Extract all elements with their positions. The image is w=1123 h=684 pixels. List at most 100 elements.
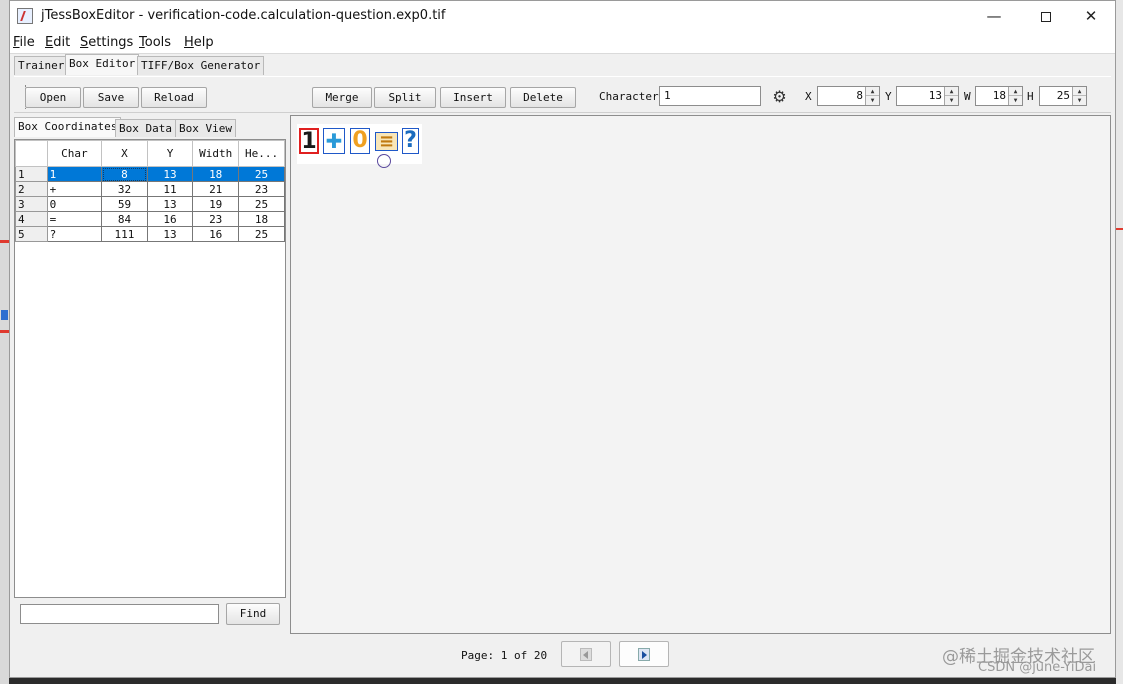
captcha-image: 1 ✚ 0 ≡ ? — [297, 124, 422, 168]
spin-down-icon[interactable]: ▼ — [866, 96, 879, 105]
cell-width[interactable]: 19 — [192, 196, 240, 212]
column-header-width[interactable]: Width — [192, 140, 240, 167]
cell-y[interactable]: 16 — [146, 211, 194, 227]
subtab-box-view[interactable]: Box View — [175, 119, 236, 137]
cell-height[interactable]: 18 — [238, 211, 285, 227]
tab-box-editor[interactable]: Box Editor — [65, 54, 140, 75]
split-button[interactable]: Split — [374, 87, 436, 108]
cell-height[interactable]: 23 — [238, 181, 285, 197]
h-label: H — [1027, 90, 1034, 103]
cell-char[interactable]: + — [46, 181, 103, 197]
x-value: 8 — [856, 89, 863, 102]
table-row[interactable]: 3 0 59 13 19 25 — [15, 196, 285, 212]
subtab-box-data[interactable]: Box Data — [115, 119, 176, 137]
cell-height[interactable]: 25 — [238, 166, 285, 182]
spin-down-icon[interactable]: ▼ — [1009, 96, 1022, 105]
image-canvas[interactable]: 1 ✚ 0 ≡ ? — [290, 115, 1111, 634]
cell-x[interactable]: 32 — [101, 181, 148, 197]
cell-y[interactable]: 11 — [146, 181, 194, 197]
cell-height[interactable]: 25 — [238, 226, 285, 242]
mouse-cursor-indicator — [377, 154, 391, 168]
cell-x[interactable]: 84 — [101, 211, 148, 227]
menu-settings[interactable]: Settings — [80, 35, 133, 50]
row-number: 1 — [15, 166, 48, 182]
cell-y[interactable]: 13 — [146, 196, 194, 212]
menu-file[interactable]: File — [13, 35, 35, 50]
box-table: Char X Y Width He... 1 1 8 13 18 25 2 + … — [15, 140, 285, 242]
background-blue-mark — [1, 310, 8, 320]
cell-width[interactable]: 16 — [192, 226, 240, 242]
toolbar: Open Save Reload Merge Split Insert Dele… — [14, 76, 1111, 113]
column-header-height[interactable]: He... — [238, 140, 285, 167]
w-spinner[interactable]: 18 ▲ ▼ — [975, 86, 1023, 106]
column-header-char[interactable]: Char — [46, 140, 103, 167]
character-field[interactable]: 1 — [659, 86, 761, 106]
cell-char[interactable]: = — [46, 211, 103, 227]
title-bar[interactable]: jTessBoxEditor - verification-code.calcu… — [10, 1, 1115, 32]
glyph-box-1[interactable]: 1 — [299, 128, 319, 154]
glyph-box-equals[interactable]: ≡ — [375, 132, 398, 151]
open-button[interactable]: Open — [25, 87, 81, 108]
cell-width[interactable]: 18 — [192, 166, 240, 182]
window-title: jTessBoxEditor - verification-code.calcu… — [41, 8, 446, 23]
subtab-box-coordinates[interactable]: Box Coordinates — [14, 117, 122, 137]
glyph-box-0[interactable]: 0 — [350, 128, 370, 154]
cell-y[interactable]: 13 — [146, 226, 194, 242]
cell-x[interactable]: 8 — [101, 166, 148, 182]
spin-up-icon[interactable]: ▲ — [945, 87, 958, 96]
glyph-box-question[interactable]: ? — [402, 128, 419, 154]
glyph-box-plus[interactable]: ✚ — [323, 128, 345, 154]
page-label: Page: — [461, 649, 495, 662]
table-row[interactable]: 2 + 32 11 21 23 — [15, 181, 285, 197]
h-value: 25 — [1056, 89, 1070, 102]
delete-button[interactable]: Delete — [510, 87, 576, 108]
maximize-button[interactable] — [1023, 1, 1069, 32]
x-spinner[interactable]: 8 ▲ ▼ — [817, 86, 880, 106]
spin-up-icon[interactable]: ▲ — [1073, 87, 1086, 96]
insert-button[interactable]: Insert — [440, 87, 506, 108]
row-number: 4 — [15, 211, 48, 227]
menu-help[interactable]: Help — [184, 35, 214, 50]
menu-tools[interactable]: Tools — [139, 35, 171, 50]
previous-page-icon — [580, 648, 592, 661]
cell-height[interactable]: 25 — [238, 196, 285, 212]
y-value: 13 — [928, 89, 942, 102]
spin-down-icon[interactable]: ▼ — [945, 96, 958, 105]
box-coordinates-table[interactable]: Char X Y Width He... 1 1 8 13 18 25 2 + … — [14, 139, 286, 598]
cell-width[interactable]: 23 — [192, 211, 240, 227]
spin-up-icon[interactable]: ▲ — [866, 87, 879, 96]
column-header-y[interactable]: Y — [146, 140, 194, 167]
cell-y[interactable]: 13 — [146, 166, 194, 182]
find-input[interactable] — [20, 604, 219, 624]
cell-char[interactable]: 0 — [46, 196, 103, 212]
merge-button[interactable]: Merge — [312, 87, 372, 108]
tab-trainer[interactable]: Trainer — [14, 56, 69, 75]
cell-x[interactable]: 111 — [101, 226, 148, 242]
java-app-icon — [17, 8, 33, 24]
minimize-button[interactable]: — — [971, 1, 1017, 32]
next-page-icon — [638, 648, 650, 661]
spin-down-icon[interactable]: ▼ — [1073, 96, 1086, 105]
h-spinner[interactable]: 25 ▲ ▼ — [1039, 86, 1087, 106]
tab-tiff-box-generator[interactable]: TIFF/Box Generator — [137, 56, 265, 75]
cell-width[interactable]: 21 — [192, 181, 240, 197]
table-row[interactable]: 1 1 8 13 18 25 — [15, 166, 285, 182]
cell-char[interactable]: 1 — [46, 166, 103, 182]
spin-up-icon[interactable]: ▲ — [1009, 87, 1022, 96]
menu-edit[interactable]: Edit — [45, 35, 70, 50]
reload-button[interactable]: Reload — [141, 87, 207, 108]
table-row[interactable]: 5 ? 111 13 16 25 — [15, 226, 285, 242]
cell-x[interactable]: 59 — [101, 196, 148, 212]
column-header-x[interactable]: X — [101, 140, 148, 167]
table-row[interactable]: 4 = 84 16 23 18 — [15, 211, 285, 227]
background-window-edge-right — [1116, 0, 1123, 684]
y-spinner[interactable]: 13 ▲ ▼ — [896, 86, 959, 106]
close-button[interactable]: ✕ — [1068, 1, 1114, 32]
cell-char[interactable]: ? — [46, 226, 103, 242]
gear-icon[interactable]: ⚙ — [771, 88, 788, 105]
background-red-line — [1116, 228, 1123, 230]
find-button[interactable]: Find — [226, 603, 280, 625]
save-button[interactable]: Save — [83, 87, 139, 108]
next-page-button[interactable] — [619, 641, 669, 667]
previous-page-button[interactable] — [561, 641, 611, 667]
